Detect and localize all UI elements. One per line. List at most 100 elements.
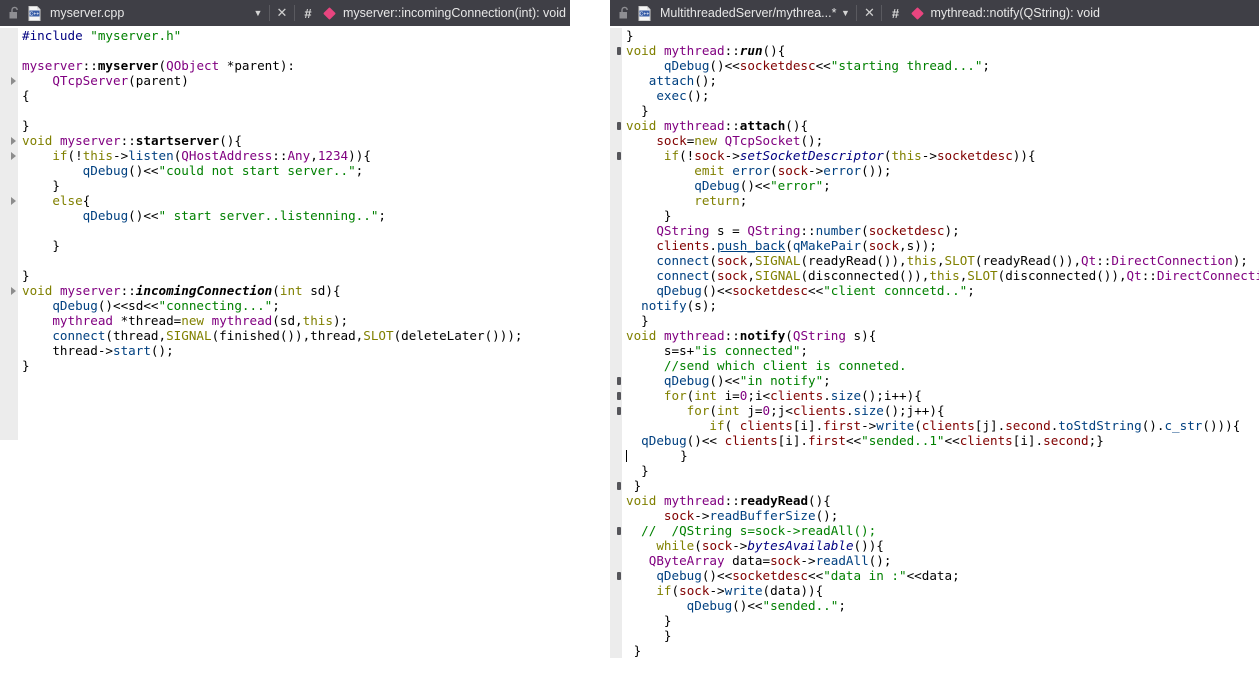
code-line[interactable] xyxy=(22,103,523,118)
code-line[interactable]: void mythread::readyRead(){ xyxy=(626,493,1259,508)
code-line[interactable]: sock=new QTcpSocket(); xyxy=(626,133,1259,148)
chevron-down-icon[interactable]: ▼ xyxy=(249,8,267,18)
code-line[interactable]: QString s = QString::number(socketdesc); xyxy=(626,223,1259,238)
fold-marker-icon[interactable] xyxy=(617,152,621,160)
code-line[interactable]: } xyxy=(22,268,523,283)
code-line[interactable]: } xyxy=(22,358,523,373)
file-name-label[interactable]: MultithreadedServer/mythrea...* xyxy=(660,6,836,20)
code-line[interactable]: if(sock->write(data)){ xyxy=(626,583,1259,598)
code-line[interactable] xyxy=(22,43,523,58)
close-icon[interactable]: ✕ xyxy=(272,5,292,21)
code-line[interactable]: exec(); xyxy=(626,88,1259,103)
code-line[interactable]: qDebug()<<socketdesc<<"data in :"<<data; xyxy=(626,568,1259,583)
fold-marker-icon[interactable] xyxy=(617,392,621,400)
code-line[interactable]: for(int j=0;j<clients.size();j++){ xyxy=(626,403,1259,418)
code-line[interactable]: attach(); xyxy=(626,73,1259,88)
code-content-right[interactable]: } void mythread::run(){ qDebug()<<socketd… xyxy=(626,28,1259,658)
code-line[interactable]: } xyxy=(626,103,1259,118)
code-line[interactable]: emit error(sock->error()); xyxy=(626,163,1259,178)
unlocked-padlock-icon[interactable] xyxy=(614,6,634,20)
code-line[interactable]: sock->readBufferSize(); xyxy=(626,508,1259,523)
code-line[interactable]: for(int i=0;i<clients.size();i++){ xyxy=(626,388,1259,403)
fold-marker-icon[interactable] xyxy=(617,407,621,415)
code-line[interactable]: qDebug()<<socketdesc<<"starting thread..… xyxy=(626,58,1259,73)
code-line[interactable]: } xyxy=(626,643,1259,658)
code-line[interactable]: #include "myserver.h" xyxy=(22,28,523,43)
code-line[interactable]: connect(sock,SIGNAL(readyRead()),this,SL… xyxy=(626,253,1259,268)
fold-marker-icon[interactable] xyxy=(11,287,16,295)
code-line[interactable]: } xyxy=(626,463,1259,478)
code-line[interactable]: } xyxy=(626,313,1259,328)
code-line[interactable]: } xyxy=(22,178,523,193)
code-line[interactable]: //send which client is conneted. xyxy=(626,358,1259,373)
fold-gutter-left[interactable] xyxy=(0,28,18,440)
code-token: SIGNAL xyxy=(166,328,212,343)
code-line[interactable]: qDebug()<< clients[i].first<<"sended..1"… xyxy=(626,433,1259,448)
code-line[interactable]: qDebug()<<sd<<"connecting..."; xyxy=(22,298,523,313)
code-line[interactable]: } xyxy=(626,448,1259,463)
code-line[interactable]: notify(s); xyxy=(626,298,1259,313)
fold-marker-icon[interactable] xyxy=(617,482,621,490)
code-line[interactable]: qDebug()<<"could not start server.."; xyxy=(22,163,523,178)
code-line[interactable]: QByteArray data=sock->readAll(); xyxy=(626,553,1259,568)
hash-icon[interactable]: # xyxy=(297,6,319,21)
code-line[interactable]: } xyxy=(626,208,1259,223)
code-line[interactable]: } xyxy=(626,28,1259,43)
code-line[interactable]: qDebug()<<" start server..listenning.."; xyxy=(22,208,523,223)
code-line[interactable]: qDebug()<<"in notify"; xyxy=(626,373,1259,388)
code-line[interactable]: clients.push_back(qMakePair(sock,s)); xyxy=(626,238,1259,253)
code-token: , xyxy=(747,268,755,283)
code-line[interactable]: while(sock->bytesAvailable()){ xyxy=(626,538,1259,553)
code-line[interactable]: qDebug()<<socketdesc<<"client conncetd..… xyxy=(626,283,1259,298)
code-line[interactable]: } xyxy=(626,613,1259,628)
fold-gutter-right[interactable] xyxy=(610,28,622,658)
code-line[interactable]: else{ xyxy=(22,193,523,208)
hash-icon[interactable]: # xyxy=(884,6,906,21)
close-icon[interactable]: ✕ xyxy=(859,5,879,21)
fold-marker-icon[interactable] xyxy=(617,47,621,55)
code-line[interactable]: connect(thread,SIGNAL(finished()),thread… xyxy=(22,328,522,343)
file-name-label[interactable]: myserver.cpp xyxy=(50,6,124,20)
code-line[interactable]: } xyxy=(626,478,1259,493)
unlocked-padlock-icon[interactable] xyxy=(4,6,24,20)
code-content-left[interactable]: #include "myserver.h" myserver::myserver… xyxy=(22,28,523,373)
code-line[interactable]: } xyxy=(22,238,523,253)
fold-marker-icon[interactable] xyxy=(11,137,16,145)
code-line[interactable]: void myserver::startserver(){ xyxy=(22,133,523,148)
code-line[interactable]: void mythread::run(){ xyxy=(626,43,1259,58)
symbol-selector-label[interactable]: mythread::notify(QString): void xyxy=(930,6,1100,20)
code-line[interactable]: QTcpServer(parent) xyxy=(22,73,523,88)
code-token: (); xyxy=(815,508,839,523)
code-line[interactable]: } xyxy=(626,628,1259,643)
code-line[interactable]: myserver::myserver(QObject *parent): xyxy=(22,58,523,73)
code-line[interactable]: connect(sock,SIGNAL(disconnected()),this… xyxy=(626,268,1259,283)
code-line[interactable]: // /QString s=sock->readAll(); xyxy=(626,523,1259,538)
code-line[interactable]: if(!sock->setSocketDescriptor(this->sock… xyxy=(626,148,1259,163)
code-line[interactable]: return; xyxy=(626,193,1259,208)
fold-marker-icon[interactable] xyxy=(11,77,16,85)
code-line[interactable] xyxy=(22,223,523,238)
fold-marker-icon[interactable] xyxy=(617,527,621,535)
fold-marker-icon[interactable] xyxy=(11,197,16,205)
code-line[interactable]: } xyxy=(22,118,523,133)
chevron-down-icon[interactable]: ▼ xyxy=(836,8,854,18)
symbol-selector-label[interactable]: myserver::incomingConnection(int): void xyxy=(343,6,566,20)
fold-marker-icon[interactable] xyxy=(617,377,621,385)
fold-marker-icon[interactable] xyxy=(617,572,621,580)
code-line[interactable]: if( clients[i].first->write(clients[j].s… xyxy=(626,418,1259,433)
code-line[interactable]: if(!this->listen(QHostAddress::Any,1234)… xyxy=(22,148,523,163)
code-line[interactable]: s=s+"is connected"; xyxy=(626,343,1259,358)
code-line[interactable]: qDebug()<<"sended.."; xyxy=(626,598,1259,613)
code-line[interactable]: qDebug()<<"error"; xyxy=(626,178,1259,193)
code-token: QHostAddress xyxy=(181,148,273,163)
code-line[interactable]: mythread *thread=new mythread(sd,this); xyxy=(22,313,523,328)
code-line[interactable]: void myserver::incomingConnection(int sd… xyxy=(22,283,523,298)
code-line[interactable] xyxy=(22,253,523,268)
fold-marker-icon[interactable] xyxy=(11,152,16,160)
code-line[interactable]: { xyxy=(22,88,523,103)
code-line[interactable]: thread->start(); xyxy=(22,343,523,358)
fold-marker-icon[interactable] xyxy=(617,122,621,130)
code-line[interactable]: void mythread::attach(){ xyxy=(626,118,1259,133)
code-line[interactable]: void mythread::notify(QString s){ xyxy=(626,328,1259,343)
